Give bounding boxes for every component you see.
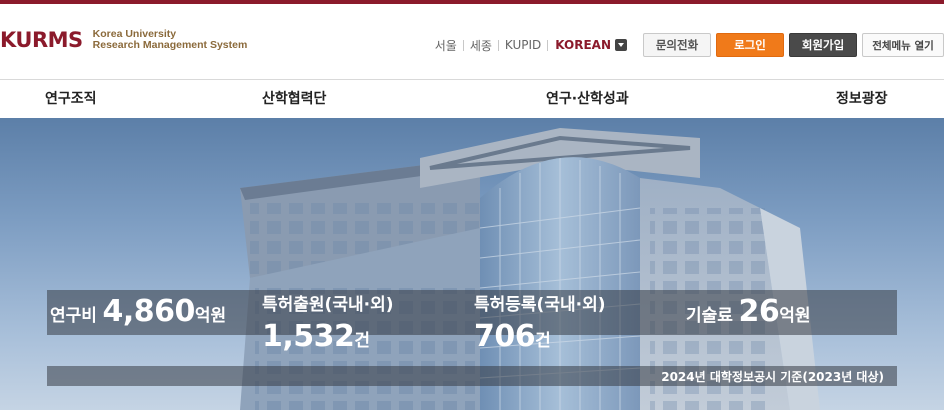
site-header: KURMS Korea University Research Manageme… [0,4,944,80]
nav-item-industry-foundation[interactable]: 산학협력단 [262,88,326,108]
chevron-down-icon [615,39,627,51]
join-button[interactable]: 회원가입 [789,33,857,57]
logo-text: Korea University Research Management Sys… [93,29,248,51]
logo-mark: KURMS [0,28,83,52]
link-sejong[interactable]: 세종 [464,37,498,54]
stat-label: 기술료 [686,306,733,326]
stat-unit: 건 [535,331,551,351]
stat-value: 1,532 [262,319,355,354]
stat-patent-applications: 특허출원(국내·외) 1,532건 [262,290,393,354]
site-logo[interactable]: KURMS Korea University Research Manageme… [0,28,247,52]
stat-label: 특허출원(국내·외) [262,295,394,315]
stats-basis-note: 2024년 대학정보공시 기준(2023년 대상) [661,370,884,384]
nav-item-research-outcomes[interactable]: 연구·산학성과 [546,88,629,108]
logo-line2: Research Management System [92,39,248,51]
stat-value: 706 [474,319,536,354]
main-nav: 연구조직 산학협력단 연구·산학성과 정보광장 [0,80,944,118]
full-menu-button[interactable]: 전체메뉴 열기 [862,33,944,57]
stat-value: 4,860 [102,294,196,329]
login-button[interactable]: 로그인 [716,33,784,57]
link-kupid[interactable]: KUPID [499,38,547,52]
stat-unit: 억원 [779,306,811,326]
language-label: KOREAN [555,38,611,52]
link-seoul[interactable]: 서울 [429,37,463,54]
stat-value: 26 [738,294,780,329]
stat-unit: 건 [354,331,371,351]
utility-bar: 서울 세종 KUPID KOREAN 문의전화 로그인 회원가입 전체메뉴 열기 [429,33,944,57]
stat-tech-fees: 기술료 26억원 [686,294,811,329]
stat-label: 특허등록(국내·외) [474,295,606,315]
stat-label: 연구비 [50,306,97,326]
hero-banner: 연구비 4,860억원 특허출원(국내·외) 1,532건 특허등록(국내·외)… [0,118,944,410]
nav-item-research-org[interactable]: 연구조직 [45,88,97,108]
language-selector[interactable]: KOREAN [548,38,631,52]
nav-item-info-plaza[interactable]: 정보광장 [836,88,888,108]
stat-unit: 억원 [194,306,227,326]
stat-research-funds: 연구비 4,860억원 [50,294,226,329]
stat-patent-registrations: 특허등록(국내·외) 706건 [474,290,605,354]
inquiry-button[interactable]: 문의전화 [643,33,711,57]
